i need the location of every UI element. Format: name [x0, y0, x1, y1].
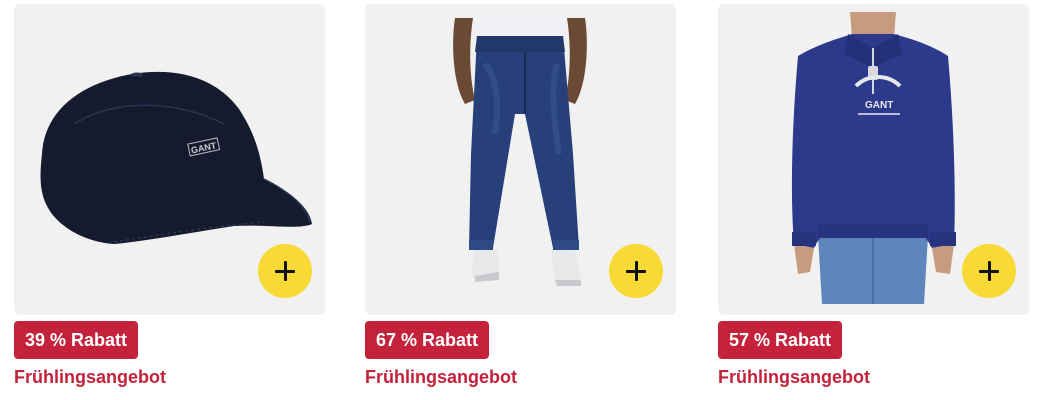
plus-icon [275, 261, 295, 281]
add-to-cart-button[interactable] [609, 244, 663, 298]
product-card-cap[interactable]: GANT 39 % Rabatt Frühlingsangebot [14, 4, 325, 388]
sweatshirt-logo-text: GANT [865, 100, 893, 111]
product-image-tile[interactable] [365, 4, 676, 315]
add-to-cart-button[interactable] [258, 244, 312, 298]
discount-badge: 39 % Rabatt [14, 321, 139, 359]
plus-icon [979, 261, 999, 281]
discount-badge: 57 % Rabatt [718, 321, 843, 359]
deal-label: Frühlingsangebot [365, 367, 517, 387]
product-image-tile[interactable]: GANT [718, 4, 1029, 315]
deal-label: Frühlingsangebot [718, 367, 870, 387]
add-to-cart-button[interactable] [962, 244, 1016, 298]
discount-badge: 67 % Rabatt [365, 321, 490, 359]
product-card-sweatshirt[interactable]: GANT 57 % Rabatt Frühlingsangebot [718, 4, 1029, 388]
product-card-jeans[interactable]: 67 % Rabatt Frühlingsangebot [365, 4, 676, 388]
deal-label: Frühlingsangebot [14, 367, 166, 387]
product-image-tile[interactable]: GANT [14, 4, 325, 315]
plus-icon [626, 261, 646, 281]
